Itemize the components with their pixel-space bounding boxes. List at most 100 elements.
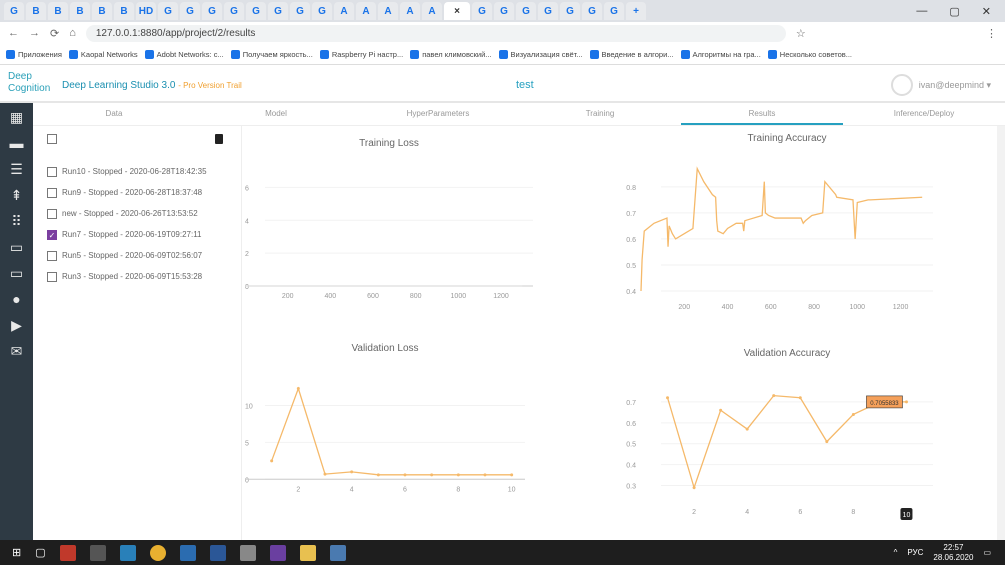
browser-tab[interactable]: G [224,2,244,20]
browser-tab[interactable]: G [312,2,332,20]
browser-tab[interactable]: B [26,2,46,20]
data-point[interactable] [666,396,670,400]
run-checkbox[interactable] [47,209,57,219]
tab-results[interactable]: Results [681,103,843,125]
app-icon[interactable] [239,544,256,561]
data-point[interactable] [323,472,327,476]
filezilla-icon[interactable] [59,544,76,561]
upload-icon[interactable]: ⇞ [7,187,27,205]
app-icon[interactable] [89,544,106,561]
browser-tab[interactable]: A [356,2,376,20]
bookmark-item[interactable]: Несколько советов... [767,49,852,59]
data-point[interactable] [719,408,723,412]
data-point[interactable] [430,473,434,477]
run-item[interactable]: Run5 - Stopped - 2020-06-09T02:56:07 [47,251,202,261]
app-icon[interactable] [179,544,196,561]
browser-tab[interactable]: A [400,2,420,20]
data-point[interactable] [456,473,460,477]
language-indicator[interactable]: РУС [907,548,923,557]
bookmark-item[interactable]: Raspberry Pi настр... [319,49,403,59]
minimize-icon[interactable]: — [916,5,927,18]
bookmark-item[interactable]: Визуализация свёт... [498,49,583,59]
data-point[interactable] [772,394,776,398]
apps-grid-icon[interactable]: ⠿ [7,213,27,231]
data-point[interactable] [851,412,855,416]
data-point[interactable] [825,440,829,444]
datasets-icon[interactable]: ☰ [7,161,27,179]
browser-tab[interactable]: G [158,2,178,20]
run-checkbox[interactable] [47,251,57,261]
data-point[interactable] [270,459,274,463]
clock[interactable]: 22:57 28.06.2020 [933,543,973,563]
run-item[interactable]: ✓ Run7 - Stopped - 2020-06-19T09:27:11 [47,230,202,240]
app-icon[interactable] [269,544,286,561]
app-icon[interactable] [119,544,136,561]
bookmark-item[interactable]: Приложения [6,49,62,59]
tab-model[interactable]: Model [195,103,357,125]
trash-icon[interactable] [215,134,223,144]
tab-data[interactable]: Data [33,103,195,125]
browser-tab[interactable]: G [4,2,24,20]
bookmark-item[interactable]: Получаем яркость... [230,49,313,59]
back-icon[interactable]: ← [8,27,19,39]
chrome-icon[interactable] [149,544,166,561]
bookmark-item[interactable]: Алгоритмы на гра... [680,49,761,59]
projects-icon[interactable]: ▬ [7,135,27,153]
browser-tab[interactable]: G [494,2,514,20]
scrollbar[interactable] [997,126,1005,540]
data-point[interactable] [692,486,696,490]
browser-tab[interactable]: G [268,2,288,20]
run-checkbox[interactable] [47,272,57,282]
browser-tab[interactable]: HD [136,2,156,20]
folder-icon[interactable]: ▭ [7,239,27,257]
browser-tab[interactable]: G [246,2,266,20]
data-point[interactable] [904,400,908,404]
logo[interactable]: Deep Cognition [8,71,58,99]
browser-tab[interactable]: A [378,2,398,20]
browser-tab[interactable]: B [92,2,112,20]
data-point[interactable] [296,387,300,391]
mail-icon[interactable]: ✉ [7,343,27,361]
browser-tab[interactable]: G [582,2,602,20]
explorer-icon[interactable] [299,544,316,561]
tab-inferencedeploy[interactable]: Inference/Deploy [843,103,1005,125]
browser-tab[interactable]: × [444,2,470,20]
run-item[interactable]: new - Stopped - 2020-06-26T13:53:52 [47,209,198,219]
notifications-icon[interactable]: ▭ [983,548,991,557]
browser-tab[interactable]: B [48,2,68,20]
run-checkbox[interactable] [47,188,57,198]
bookmark-item[interactable]: Kaopal Networks [68,49,138,59]
task-view-icon[interactable]: ▢ [35,546,45,559]
data-point[interactable] [798,396,802,400]
tab-training[interactable]: Training [519,103,681,125]
word-icon[interactable] [209,544,226,561]
run-checkbox[interactable]: ✓ [47,230,57,240]
data-point[interactable] [403,473,407,477]
bookmark-star-icon[interactable]: ☆ [796,27,806,40]
browser-tab[interactable]: + [626,2,646,20]
data-point[interactable] [376,473,380,477]
bookmark-item[interactable]: Adobt Networks: c... [144,49,224,59]
maximize-icon[interactable]: ▢ [949,5,959,18]
home-icon[interactable]: ⌂ [69,27,76,39]
run-item[interactable]: Run3 - Stopped - 2020-06-09T15:53:28 [47,272,202,282]
windows-start-icon[interactable]: ⊞ [12,546,21,559]
data-point[interactable] [350,470,354,474]
browser-tab[interactable]: B [114,2,134,20]
user-menu[interactable]: ivan@deepmind ▾ [890,74,991,96]
browser-tab[interactable]: B [70,2,90,20]
url-input[interactable]: 127.0.0.1:8880/app/project/2/results [85,24,786,42]
browser-tab[interactable]: G [202,2,222,20]
browser-tab[interactable]: G [290,2,310,20]
chat-icon[interactable]: ● [7,291,27,309]
run-item[interactable]: Run9 - Stopped - 2020-06-28T18:37:48 [47,188,202,198]
browser-tab[interactable]: A [422,2,442,20]
browser-tab[interactable]: G [604,2,624,20]
run-checkbox[interactable] [47,167,57,177]
browser-tab[interactable]: G [516,2,536,20]
data-point[interactable] [745,427,749,431]
select-all-checkbox[interactable] [47,134,57,144]
browser-tab[interactable]: G [472,2,492,20]
bookmark-item[interactable]: павел климовский... [410,49,492,59]
app-icon[interactable] [329,544,346,561]
